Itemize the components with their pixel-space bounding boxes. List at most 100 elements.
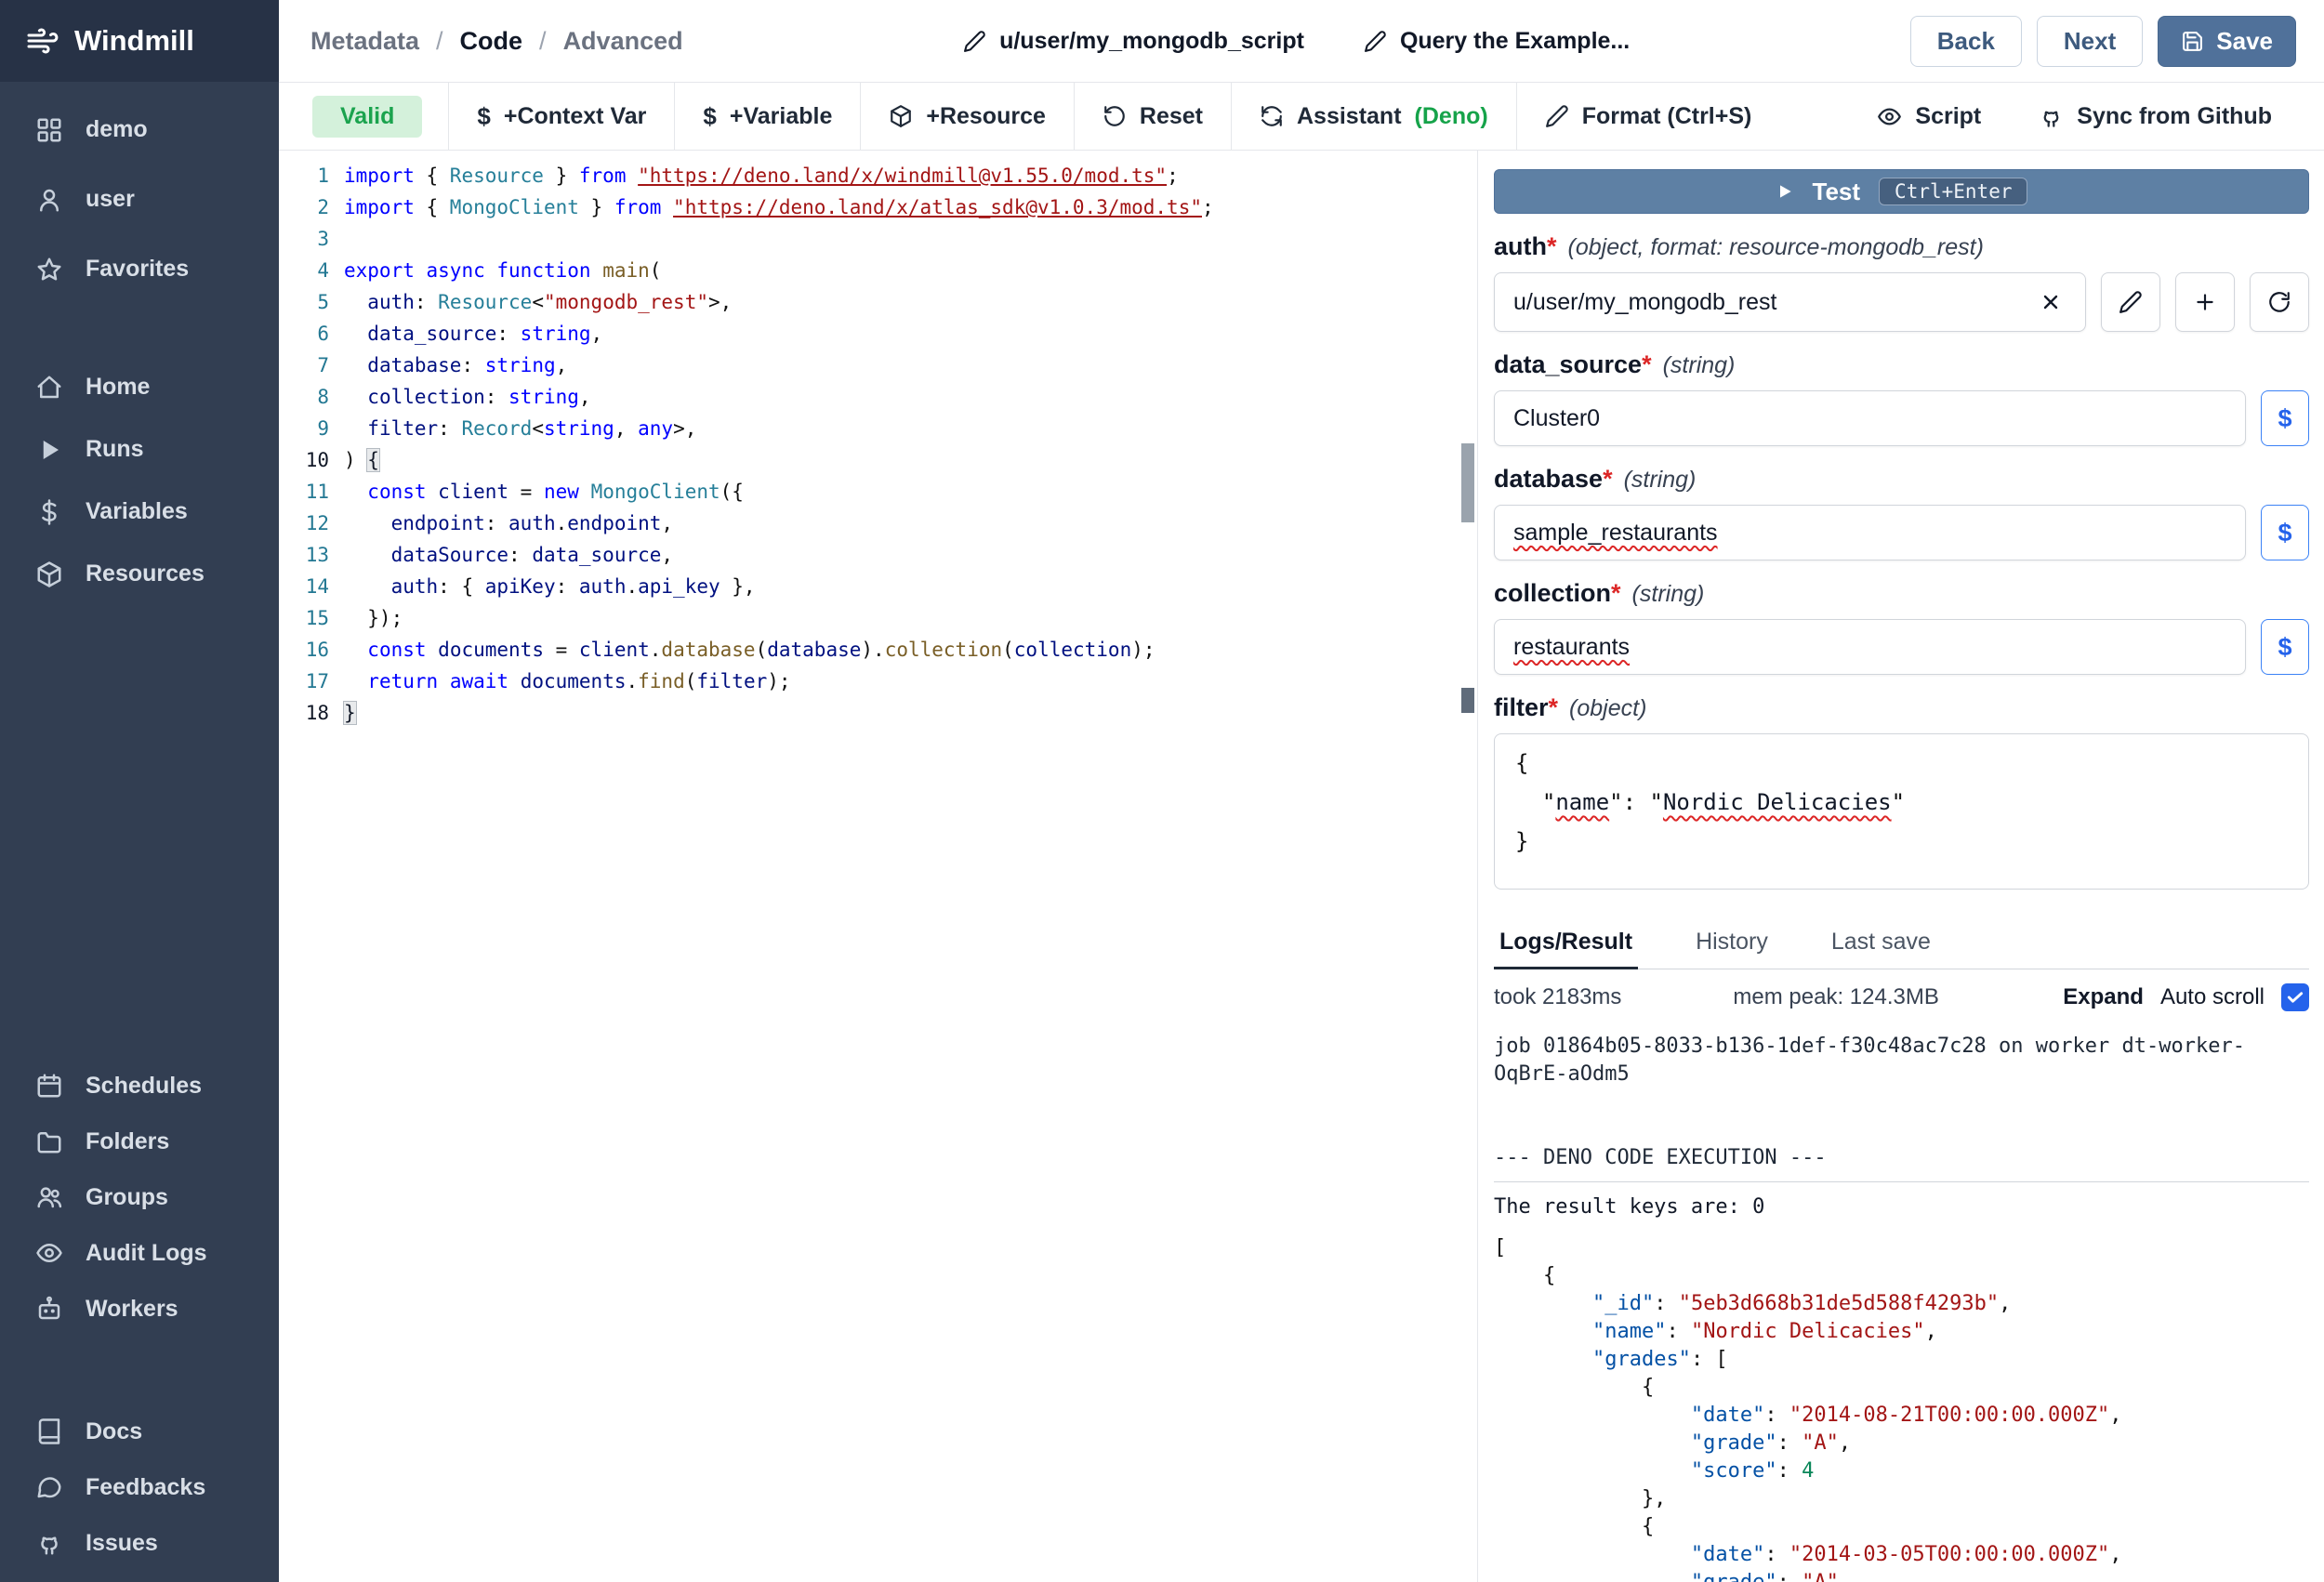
code-token: "5eb3d668b31de5d588f4293b"	[1679, 1292, 1999, 1315]
app-logo[interactable]: Windmill	[0, 0, 279, 82]
code-line[interactable]: 2import { MongoClient } from "https://de…	[279, 191, 1477, 223]
save-button[interactable]: Save	[2158, 16, 2296, 67]
next-button[interactable]: Next	[2037, 16, 2143, 67]
code-line[interactable]: 9 filter: Record<string, any>,	[279, 413, 1477, 444]
script-preview-button[interactable]: Script	[1877, 103, 1981, 130]
script-summary-field[interactable]: Query the Example...	[1364, 28, 1630, 55]
code-line[interactable]: 14 auth: { apiKey: auth.api_key },	[279, 571, 1477, 602]
code-token: name	[1555, 789, 1609, 815]
code-token: ,	[661, 544, 673, 566]
reset-button[interactable]: Reset	[1074, 83, 1231, 150]
line-number: 18	[279, 697, 329, 729]
autoscroll-checkbox[interactable]	[2281, 983, 2309, 1011]
code-text: import { MongoClient } from "https://den…	[344, 191, 1214, 223]
code-line[interactable]: 11 const client = new MongoClient({	[279, 476, 1477, 508]
assistant-language: (Deno)	[1415, 103, 1488, 130]
data-source-input[interactable]: Cluster0	[1494, 390, 2246, 446]
filter-line: {	[1515, 744, 2288, 783]
code-line[interactable]: 4export async function main(	[279, 255, 1477, 286]
code-editor[interactable]: 1import { Resource } from "https://deno.…	[279, 151, 1477, 1582]
code-token: MongoClient	[450, 196, 579, 218]
sidebar-item-resources[interactable]: Resources	[0, 543, 279, 605]
sidebar-item-workers[interactable]: Workers	[0, 1281, 279, 1337]
sidebar-item-issues[interactable]: Issues	[0, 1515, 279, 1571]
log-line: job 01864b05-8033-b136-1def-f30c48ac7c28…	[1494, 1033, 2309, 1061]
tab-code[interactable]: Code	[460, 27, 523, 56]
code-line[interactable]: 10) {	[279, 444, 1477, 476]
code-line[interactable]: 12 endpoint: auth.endpoint,	[279, 508, 1477, 539]
database-var-button[interactable]: $	[2261, 505, 2309, 560]
collection-input[interactable]: restaurants	[1494, 619, 2246, 675]
tab-last-save[interactable]: Last save	[1826, 921, 1936, 969]
sidebar-item-favorites[interactable]: Favorites	[0, 234, 279, 304]
data-source-var-button[interactable]: $	[2261, 390, 2309, 446]
code-token: :	[496, 323, 520, 345]
sidebar-item-schedules[interactable]: Schedules	[0, 1058, 279, 1114]
editor-scrollbar[interactable]	[1459, 151, 1477, 1582]
sync-from-github-button[interactable]: Sync from Github	[2039, 103, 2272, 130]
code-line[interactable]: 13 dataSource: data_source,	[279, 539, 1477, 571]
scrollbar-thumb[interactable]	[1461, 443, 1474, 522]
line-number: 14	[279, 571, 329, 602]
sidebar-item-home[interactable]: Home	[0, 356, 279, 418]
sidebar-item-label: Folders	[86, 1128, 169, 1155]
calendar-icon	[35, 1072, 63, 1100]
sidebar-item-folders[interactable]: Folders	[0, 1114, 279, 1169]
rotate-ccw-icon	[1103, 104, 1127, 128]
tab-logs-result[interactable]: Logs/Result	[1494, 921, 1638, 969]
code-token: :	[1666, 1320, 1691, 1343]
database-input[interactable]: sample_restaurants	[1494, 505, 2246, 560]
code-token: string	[508, 386, 579, 408]
field-type: (string)	[1663, 352, 1736, 379]
collection-var-button[interactable]: $	[2261, 619, 2309, 675]
code-token: collection	[1014, 639, 1131, 661]
assistant-button[interactable]: Assistant (Deno)	[1231, 83, 1516, 150]
sidebar-item-groups[interactable]: Groups	[0, 1169, 279, 1225]
sidebar-item-label: Home	[86, 374, 150, 401]
code-token: : [	[1691, 1348, 1728, 1371]
code-line[interactable]: 16 const documents = client.database(dat…	[279, 634, 1477, 666]
sidebar-item-runs[interactable]: Runs	[0, 418, 279, 481]
code-line[interactable]: 6 data_source: string,	[279, 318, 1477, 349]
clear-auth-button[interactable]	[2035, 286, 2067, 318]
refresh-resource-button[interactable]	[2250, 272, 2309, 332]
sidebar-item-label: demo	[86, 116, 148, 143]
sidebar-item-workspace[interactable]: demo	[0, 95, 279, 165]
auth-resource-input[interactable]: u/user/my_mongodb_rest	[1494, 272, 2086, 332]
header: Metadata / Code / Advanced u/user/my_mon…	[279, 0, 2324, 83]
add-context-var-button[interactable]: $ +Context Var	[448, 83, 674, 150]
script-path-field[interactable]: u/user/my_mongodb_script	[963, 28, 1304, 55]
tab-history[interactable]: History	[1690, 921, 1774, 969]
sidebar-item-user[interactable]: user	[0, 165, 279, 234]
code-token: MongoClient	[591, 481, 720, 503]
expand-button[interactable]: Expand	[2063, 984, 2144, 1010]
add-resource-button-small[interactable]	[2175, 272, 2235, 332]
code-line[interactable]: 7 database: string,	[279, 349, 1477, 381]
code-line[interactable]: 3	[279, 223, 1477, 255]
code-token: Nordic Delicacies	[1663, 789, 1892, 815]
line-number: 3	[279, 223, 329, 255]
code-line[interactable]: 18}	[279, 697, 1477, 729]
code-text: }	[344, 697, 356, 729]
code-line[interactable]: 1import { Resource } from "https://deno.…	[279, 160, 1477, 191]
code-token: }	[1515, 828, 1528, 854]
code-token: "grade"	[1691, 1571, 1777, 1582]
sidebar-item-feedbacks[interactable]: Feedbacks	[0, 1459, 279, 1515]
add-variable-button[interactable]: $ +Variable	[674, 83, 860, 150]
code-line[interactable]: 5 auth: Resource<"mongodb_rest">,	[279, 286, 1477, 318]
sidebar-item-docs[interactable]: Docs	[0, 1404, 279, 1459]
test-button[interactable]: Test Ctrl+Enter	[1494, 169, 2309, 214]
code-line[interactable]: 8 collection: string,	[279, 381, 1477, 413]
back-button[interactable]: Back	[1910, 16, 2022, 67]
tab-advanced[interactable]: Advanced	[563, 27, 683, 56]
tab-metadata[interactable]: Metadata	[310, 27, 419, 56]
format-button[interactable]: Format (Ctrl+S)	[1516, 83, 1780, 150]
code-line[interactable]: 17 return await documents.find(filter);	[279, 666, 1477, 697]
code-line[interactable]: 15 });	[279, 602, 1477, 634]
add-resource-button[interactable]: +Resource	[860, 83, 1074, 150]
filter-json-editor[interactable]: { "name": "Nordic Delicacies"}	[1494, 733, 2309, 890]
code-token	[508, 670, 521, 692]
sidebar-item-variables[interactable]: Variables	[0, 481, 279, 543]
sidebar-item-audit-logs[interactable]: Audit Logs	[0, 1225, 279, 1281]
edit-resource-button[interactable]	[2101, 272, 2160, 332]
